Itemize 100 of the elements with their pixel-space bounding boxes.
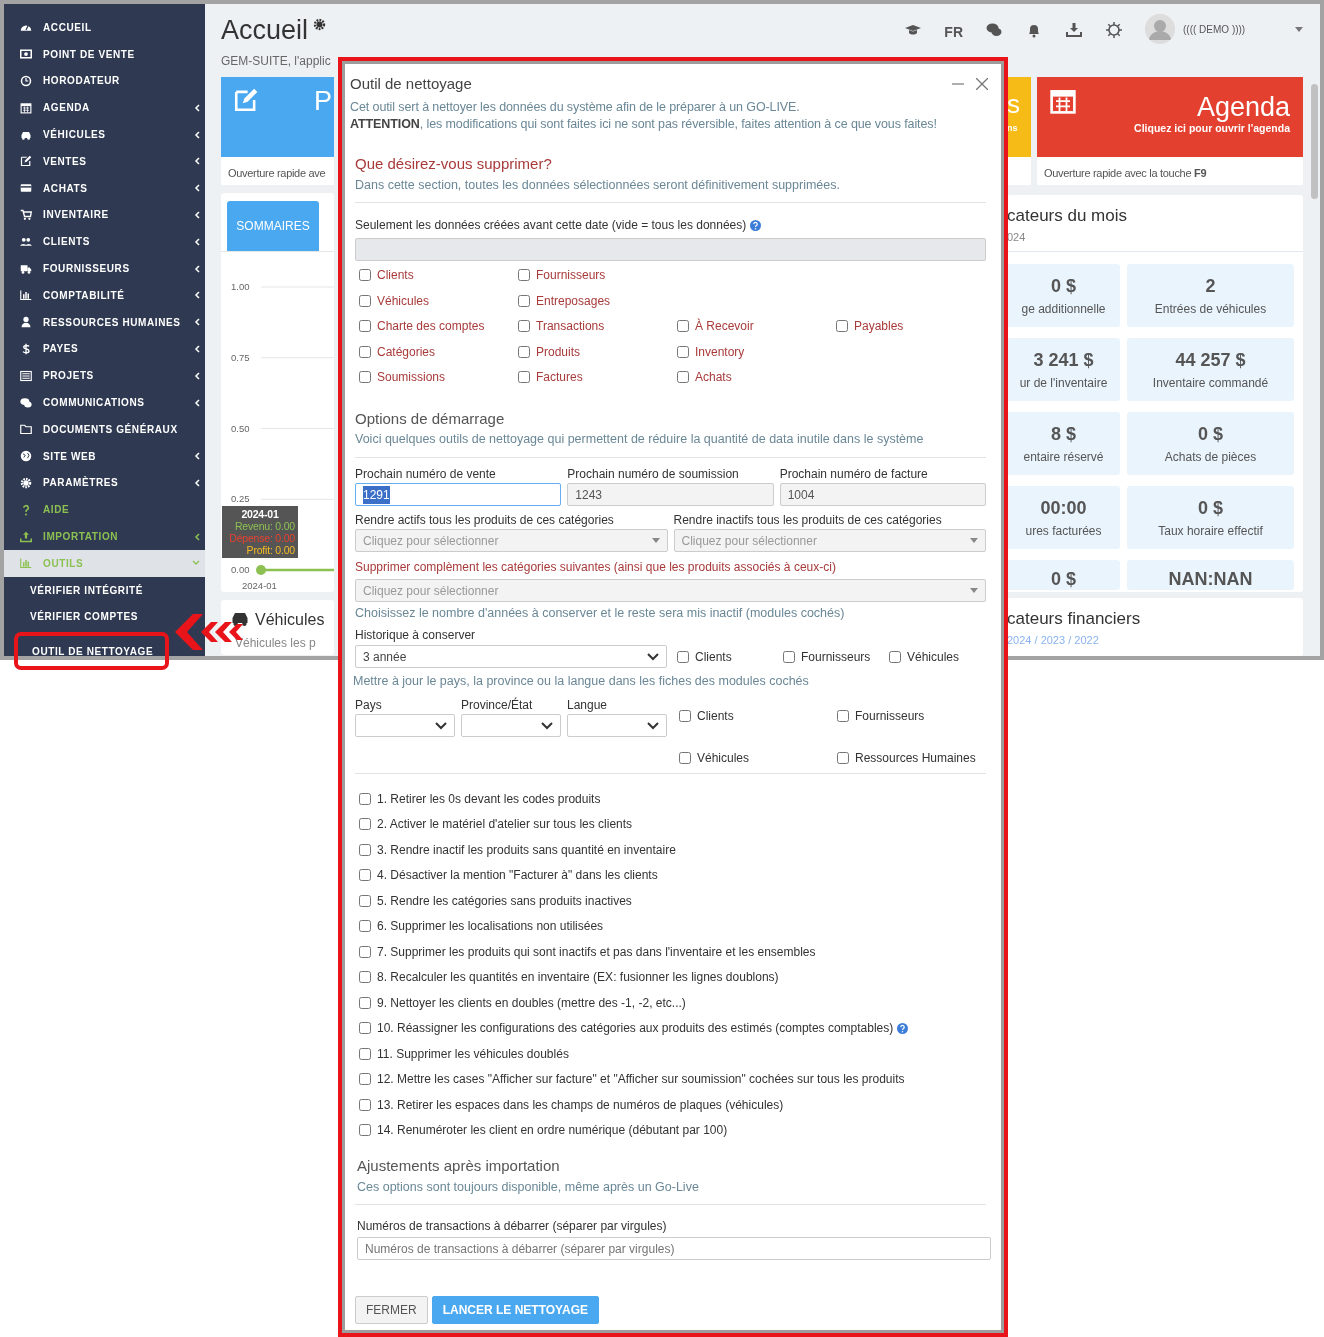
sidebar-item[interactable]: SITE WEB (4, 442, 205, 470)
checkbox[interactable] (359, 1047, 371, 1060)
checkbox[interactable] (359, 345, 371, 358)
checkbox-label[interactable]: 10. Réassigner les configurations des catégories aux produits des estimés (comptes comptables) (377, 1019, 894, 1038)
sidebar-item[interactable]: COMMUNICATIONS (4, 389, 205, 416)
checkbox-label[interactable]: Ressources Humaines (855, 749, 976, 768)
sidebar-item[interactable]: POINT DE VENTE (4, 40, 205, 68)
checkbox-label[interactable]: Véhicules (697, 749, 750, 768)
agenda-card[interactable]: Agenda Cliquez ici pour ouvrir l'agenda (1037, 77, 1303, 157)
sidebar-subitem[interactable]: OUTIL DE NETTOYAGE (14, 632, 169, 671)
checkbox[interactable] (359, 320, 371, 332)
checkbox-label[interactable]: À Recevoir (695, 317, 754, 335)
chat-icon[interactable] (985, 22, 1003, 38)
checkbox[interactable] (677, 650, 689, 663)
sidebar-item[interactable]: COMPTABILITÉ (4, 281, 205, 309)
checkbox[interactable] (359, 1022, 371, 1035)
dialog-button[interactable]: FERMER (355, 1296, 428, 1325)
checkbox-label[interactable]: Transactions (536, 317, 605, 335)
checkbox-label[interactable]: Clients (377, 266, 414, 284)
sidebar-item[interactable]: ACCUEIL (4, 14, 205, 41)
checkbox[interactable] (677, 371, 689, 383)
checkbox-label[interactable]: 11. Supprimer les véhicules doublés (377, 1044, 569, 1063)
checkbox[interactable] (837, 752, 849, 765)
checkbox[interactable] (518, 294, 530, 307)
scrollbar[interactable] (1311, 84, 1318, 199)
checkbox[interactable] (677, 345, 689, 358)
checkbox[interactable] (679, 709, 691, 722)
checkbox[interactable] (518, 320, 530, 332)
checkbox-label[interactable]: 6. Supprimer les localisations non utilisées (377, 917, 604, 936)
checkbox[interactable] (359, 945, 371, 958)
checkbox-label[interactable]: Véhicules (907, 647, 960, 666)
checkbox[interactable] (679, 752, 691, 765)
checkbox-label[interactable]: 1. Retirer les 0s devant les codes produits (377, 789, 601, 808)
checkbox[interactable] (359, 1073, 371, 1086)
checkbox-label[interactable]: 8. Recalculer les quantités en inventaire (EX: fusionner les lignes doublons) (377, 968, 779, 987)
help-icon[interactable] (750, 219, 762, 231)
input-field[interactable]: 1004 (779, 483, 986, 506)
checkbox-label[interactable]: Clients (697, 706, 734, 725)
checkbox[interactable] (783, 650, 795, 663)
checkbox[interactable] (359, 971, 371, 984)
language-selector[interactable]: FR (944, 22, 963, 43)
sidebar-item[interactable]: PAYES (4, 335, 205, 363)
sidebar-subitem[interactable]: VÉRIFIER INTÉGRITÉ (4, 576, 205, 604)
sidebar-item[interactable]: VENTES (4, 148, 205, 175)
settings-icon[interactable] (1105, 22, 1123, 38)
checkbox[interactable] (837, 709, 849, 722)
checkbox-label[interactable]: Entreposages (536, 291, 611, 310)
date-field[interactable] (355, 238, 986, 262)
checkbox[interactable] (518, 345, 530, 358)
checkbox[interactable] (359, 843, 371, 856)
checkbox-label[interactable]: 13. Retirer les espaces dans les champs de numéros de plaques (véhicules) (377, 1095, 784, 1114)
checkbox[interactable] (836, 320, 848, 332)
checkbox[interactable] (677, 320, 689, 332)
checkbox[interactable] (359, 894, 371, 907)
checkbox[interactable] (359, 1098, 371, 1111)
checkbox[interactable] (359, 1124, 371, 1137)
sidebar-item[interactable]: IMPORTATION (4, 523, 205, 550)
checkbox-label[interactable]: 3. Rendre inactif les produits sans quantité en inventaire (377, 840, 676, 859)
checkbox[interactable] (359, 818, 371, 831)
download-icon[interactable] (1065, 22, 1083, 38)
sidebar-item[interactable]: INVENTAIRE (4, 201, 205, 229)
user-name[interactable]: (((( DEMO )))) (1183, 22, 1273, 37)
checkbox[interactable] (359, 869, 371, 882)
checkbox-label[interactable]: Achats (695, 368, 732, 386)
sidebar-item[interactable]: CLIENTS (4, 228, 205, 256)
checkbox[interactable] (359, 996, 371, 1009)
checkbox-label[interactable]: 12. Mettre les cases "Afficher sur facture" et "Afficher sur soumission" cochées sur tous les produits (377, 1070, 905, 1089)
sidebar-item[interactable]: VÉHICULES (4, 121, 205, 148)
input-field[interactable]: 1243 (567, 483, 774, 506)
checkbox-label[interactable]: 4. Désactiver la mention "Facturer à" dans les clients (377, 866, 658, 885)
sidebar-item[interactable]: AGENDA (4, 94, 205, 122)
checkbox-label[interactable]: Charte des comptes (377, 317, 485, 335)
checkbox-label[interactable]: Catégories (377, 342, 436, 361)
checkbox[interactable] (359, 920, 371, 933)
checkbox-label[interactable]: 5. Rendre les catégories sans produits inactives (377, 891, 632, 910)
checkbox-label[interactable]: Produits (536, 342, 581, 361)
dropdown[interactable]: 3 année (355, 645, 667, 668)
checkbox[interactable] (359, 792, 371, 805)
checkbox[interactable] (359, 294, 371, 307)
checkbox[interactable] (518, 371, 530, 383)
checkbox-label[interactable]: 7. Supprimer les produits qui sont inactifs et pas dans l'inventaire et les ensembles (377, 942, 816, 961)
sidebar-item[interactable]: RESSOURCES HUMAINES (4, 308, 205, 336)
checkbox-label[interactable]: 2. Activer le matériel d'atelier sur tous les clients (377, 815, 633, 834)
checkbox-label[interactable]: 14. Renuméroter les client en ordre numérique (débutant par 100) (377, 1121, 728, 1140)
checkbox-label[interactable]: Soumissions (377, 368, 446, 386)
checkbox-label[interactable]: 9. Nettoyer les clients en doubles (mettre des -1, -2, etc...) (377, 993, 686, 1012)
sidebar-item[interactable]: DOCUMENTS GÉNÉRAUX (4, 415, 205, 443)
input-field[interactable]: 1291 (355, 483, 562, 506)
checkbox[interactable] (359, 269, 371, 281)
checkbox-label[interactable]: Inventory (695, 342, 745, 361)
sidebar-item[interactable]: ACHATS (4, 174, 205, 202)
sidebar-item[interactable]: PARAMÈTRES (4, 469, 205, 497)
input-field[interactable]: Numéros de transactions à débarrer (séparer par virgules) (357, 1237, 991, 1261)
checkbox-label[interactable]: Fournisseurs (536, 266, 606, 284)
checkbox-label[interactable]: Véhicules (377, 291, 430, 310)
sidebar-item[interactable]: PROJETS (4, 362, 205, 390)
gear-icon[interactable] (313, 18, 327, 31)
checkbox[interactable] (889, 650, 901, 663)
sidebar-item[interactable]: AIDE (4, 496, 205, 524)
sidebar-item[interactable]: HORODATEUR (4, 67, 205, 95)
